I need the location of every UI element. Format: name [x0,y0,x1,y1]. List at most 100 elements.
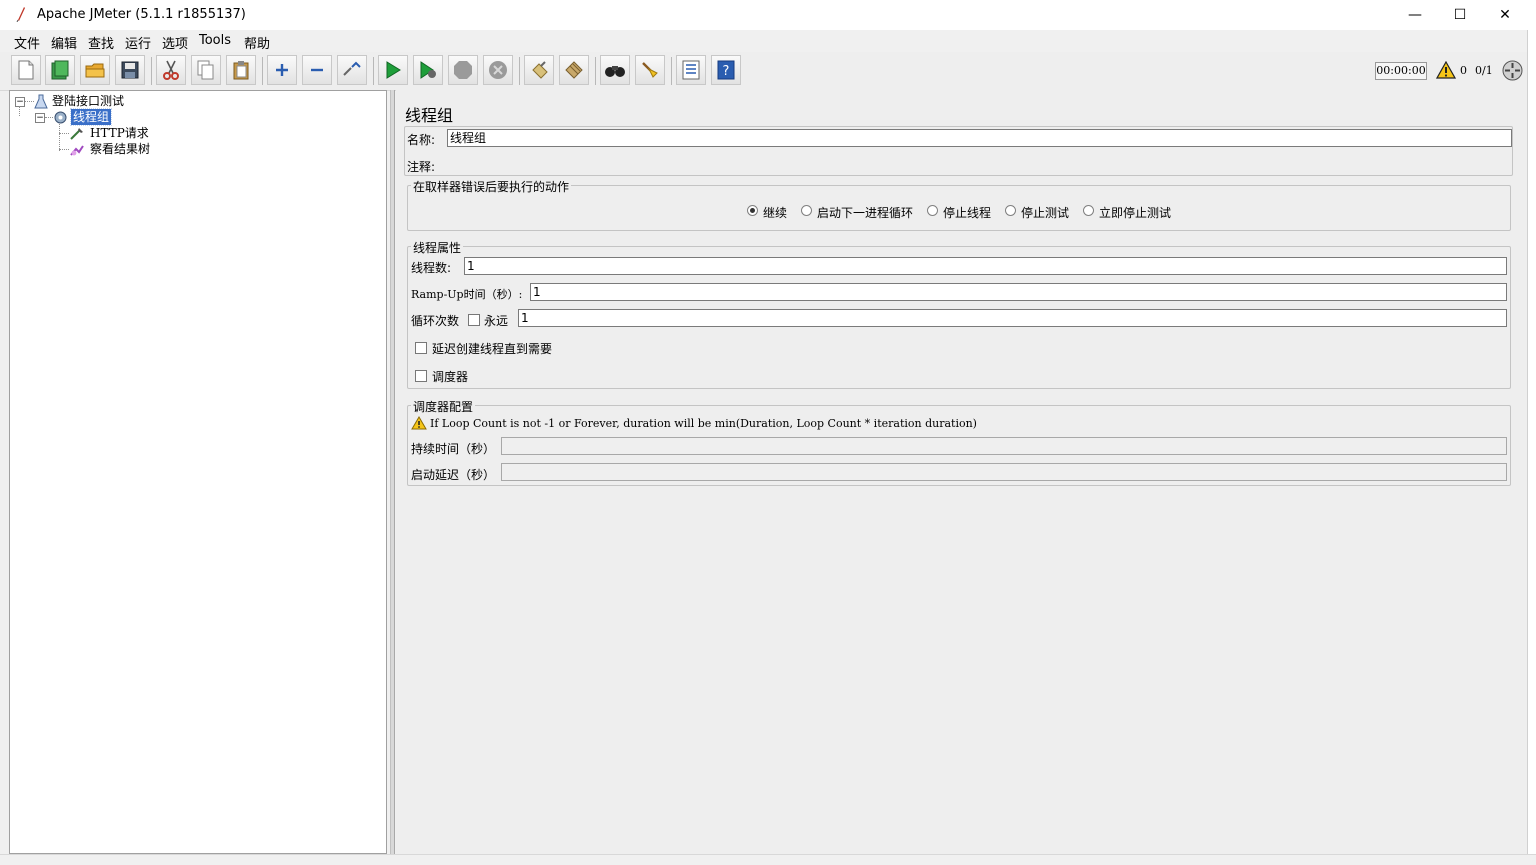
delay-thread-creation-label[interactable]: 延迟创建线程直到需要 [432,340,552,357]
tree-item-http-request[interactable]: HTTP请求 [90,125,149,141]
comment-field[interactable] [441,154,1512,172]
rampup-field[interactable]: 1 [530,283,1507,301]
radio-start-next-loop[interactable] [801,205,812,216]
tree-item-thread-group[interactable]: 线程组 [69,108,113,126]
http-sampler-pipette-icon [70,128,83,140]
start-no-pauses-icon [420,61,436,79]
copy-button[interactable] [191,55,221,85]
name-field[interactable]: 线程组 [447,129,1512,147]
tree-connector [59,149,69,150]
function-helper-button[interactable] [676,55,706,85]
collapse-root-toggle[interactable]: − [15,97,25,107]
help-button[interactable]: ? [711,55,741,85]
test-plan-icon [34,94,48,109]
clear-all-button[interactable] [559,55,589,85]
start-button[interactable] [378,55,408,85]
reset-search-button[interactable] [635,55,665,85]
stop-icon [454,61,472,79]
search-button[interactable] [600,55,630,85]
menu-run[interactable]: 运行 [125,33,151,52]
thread-group-panel: 线程组 名称: 线程组 注释: 在取样器错误后要执行的动作 继续 启动下一进程循… [396,90,1527,854]
toolbar-separator [595,57,596,85]
menu-options[interactable]: 选项 [162,33,188,52]
menu-help[interactable]: 帮助 [244,33,270,52]
cut-icon [163,60,179,80]
tree-connector [25,101,34,102]
save-button[interactable] [115,55,145,85]
forever-label[interactable]: 永远 [484,312,508,329]
threads-label: 线程数: [411,261,452,275]
collapse-all-button[interactable] [302,55,332,85]
tree-connector [59,133,69,134]
menu-tools[interactable]: Tools [199,33,231,48]
menu-bar: 文件 编辑 查找 运行 选项 Tools 帮助 [0,30,1528,52]
warning-icon[interactable] [1436,61,1456,79]
radio-stop-test-now-label[interactable]: 立即停止测试 [1099,204,1171,221]
new-icon [18,60,34,80]
start-no-pauses-button[interactable] [413,55,443,85]
scheduler-label[interactable]: 调度器 [432,368,468,385]
active-threads: 0/1 [1475,64,1493,77]
shutdown-button[interactable] [483,55,513,85]
radio-stop-test[interactable] [1005,205,1016,216]
delay-thread-creation-checkbox[interactable] [415,342,427,354]
radio-continue[interactable] [747,205,758,216]
test-plan-tree[interactable]: − 登陆接口测试 − 线程组 HTTP请求 察看结果树 [9,90,387,854]
duration-label: 持续时间（秒） [411,442,496,456]
status-bar [0,854,1536,865]
cut-button[interactable] [156,55,186,85]
radio-continue-label[interactable]: 继续 [763,204,787,221]
toolbar-separator [519,57,520,85]
templates-button[interactable] [45,55,75,85]
toggle-button[interactable] [337,55,367,85]
tree-item-test-plan[interactable]: 登陆接口测试 [52,93,124,109]
panel-splitter[interactable] [390,90,395,854]
menu-edit[interactable]: 编辑 [51,33,77,52]
tree-connector [45,117,53,118]
save-icon [121,61,139,79]
toggle-icon [343,61,361,76]
expand-all-button[interactable] [267,55,297,85]
radio-start-next-loop-label[interactable]: 启动下一进程循环 [817,204,913,221]
loop-count-field[interactable]: 1 [518,309,1507,327]
radio-stop-thread[interactable] [927,205,938,216]
new-button[interactable] [11,55,41,85]
radio-stop-thread-label[interactable]: 停止线程 [943,204,991,221]
elapsed-time: 00:00:00 [1375,62,1427,80]
maximize-button[interactable]: ☐ [1437,0,1483,30]
close-button[interactable]: ✕ [1482,0,1528,30]
forever-checkbox[interactable] [468,314,480,326]
open-button[interactable] [80,55,110,85]
loop-count-label: 循环次数 [411,314,460,328]
toolbar-separator [373,57,374,85]
thread-properties-title: 线程属性 [411,239,464,256]
toolbar: ? [0,52,1528,91]
clear-all-icon [565,61,583,79]
scheduler-checkbox[interactable] [415,370,427,382]
clear-button[interactable] [524,55,554,85]
threads-field[interactable]: 1 [464,257,1507,275]
comment-label: 注释: [407,160,436,174]
shutdown-icon [489,61,507,79]
radio-stop-test-now[interactable] [1083,205,1094,216]
menu-search[interactable]: 查找 [88,33,114,52]
toolbar-separator [262,57,263,85]
tree-item-view-results-tree[interactable]: 察看结果树 [90,141,150,157]
error-action-title: 在取样器错误后要执行的动作 [411,178,572,195]
menu-file[interactable]: 文件 [14,33,40,52]
expand-icon [276,64,288,76]
stop-button[interactable] [448,55,478,85]
reset-search-icon [642,62,658,78]
paste-button[interactable] [226,55,256,85]
tree-connector [19,106,20,116]
function-helper-icon [682,60,700,80]
collapse-thread-group-toggle[interactable]: − [35,113,45,123]
open-icon [85,63,105,78]
rampup-label: Ramp-Up时间（秒）: [411,288,523,301]
templates-icon [51,60,69,80]
radio-stop-test-label[interactable]: 停止测试 [1021,204,1069,221]
minimize-button[interactable]: — [1392,0,1438,30]
title-bar: Apache JMeter (5.1.1 r1855137) — ☐ ✕ [0,0,1536,30]
paste-icon [233,61,249,80]
status-indicator-icon[interactable] [1502,60,1523,81]
